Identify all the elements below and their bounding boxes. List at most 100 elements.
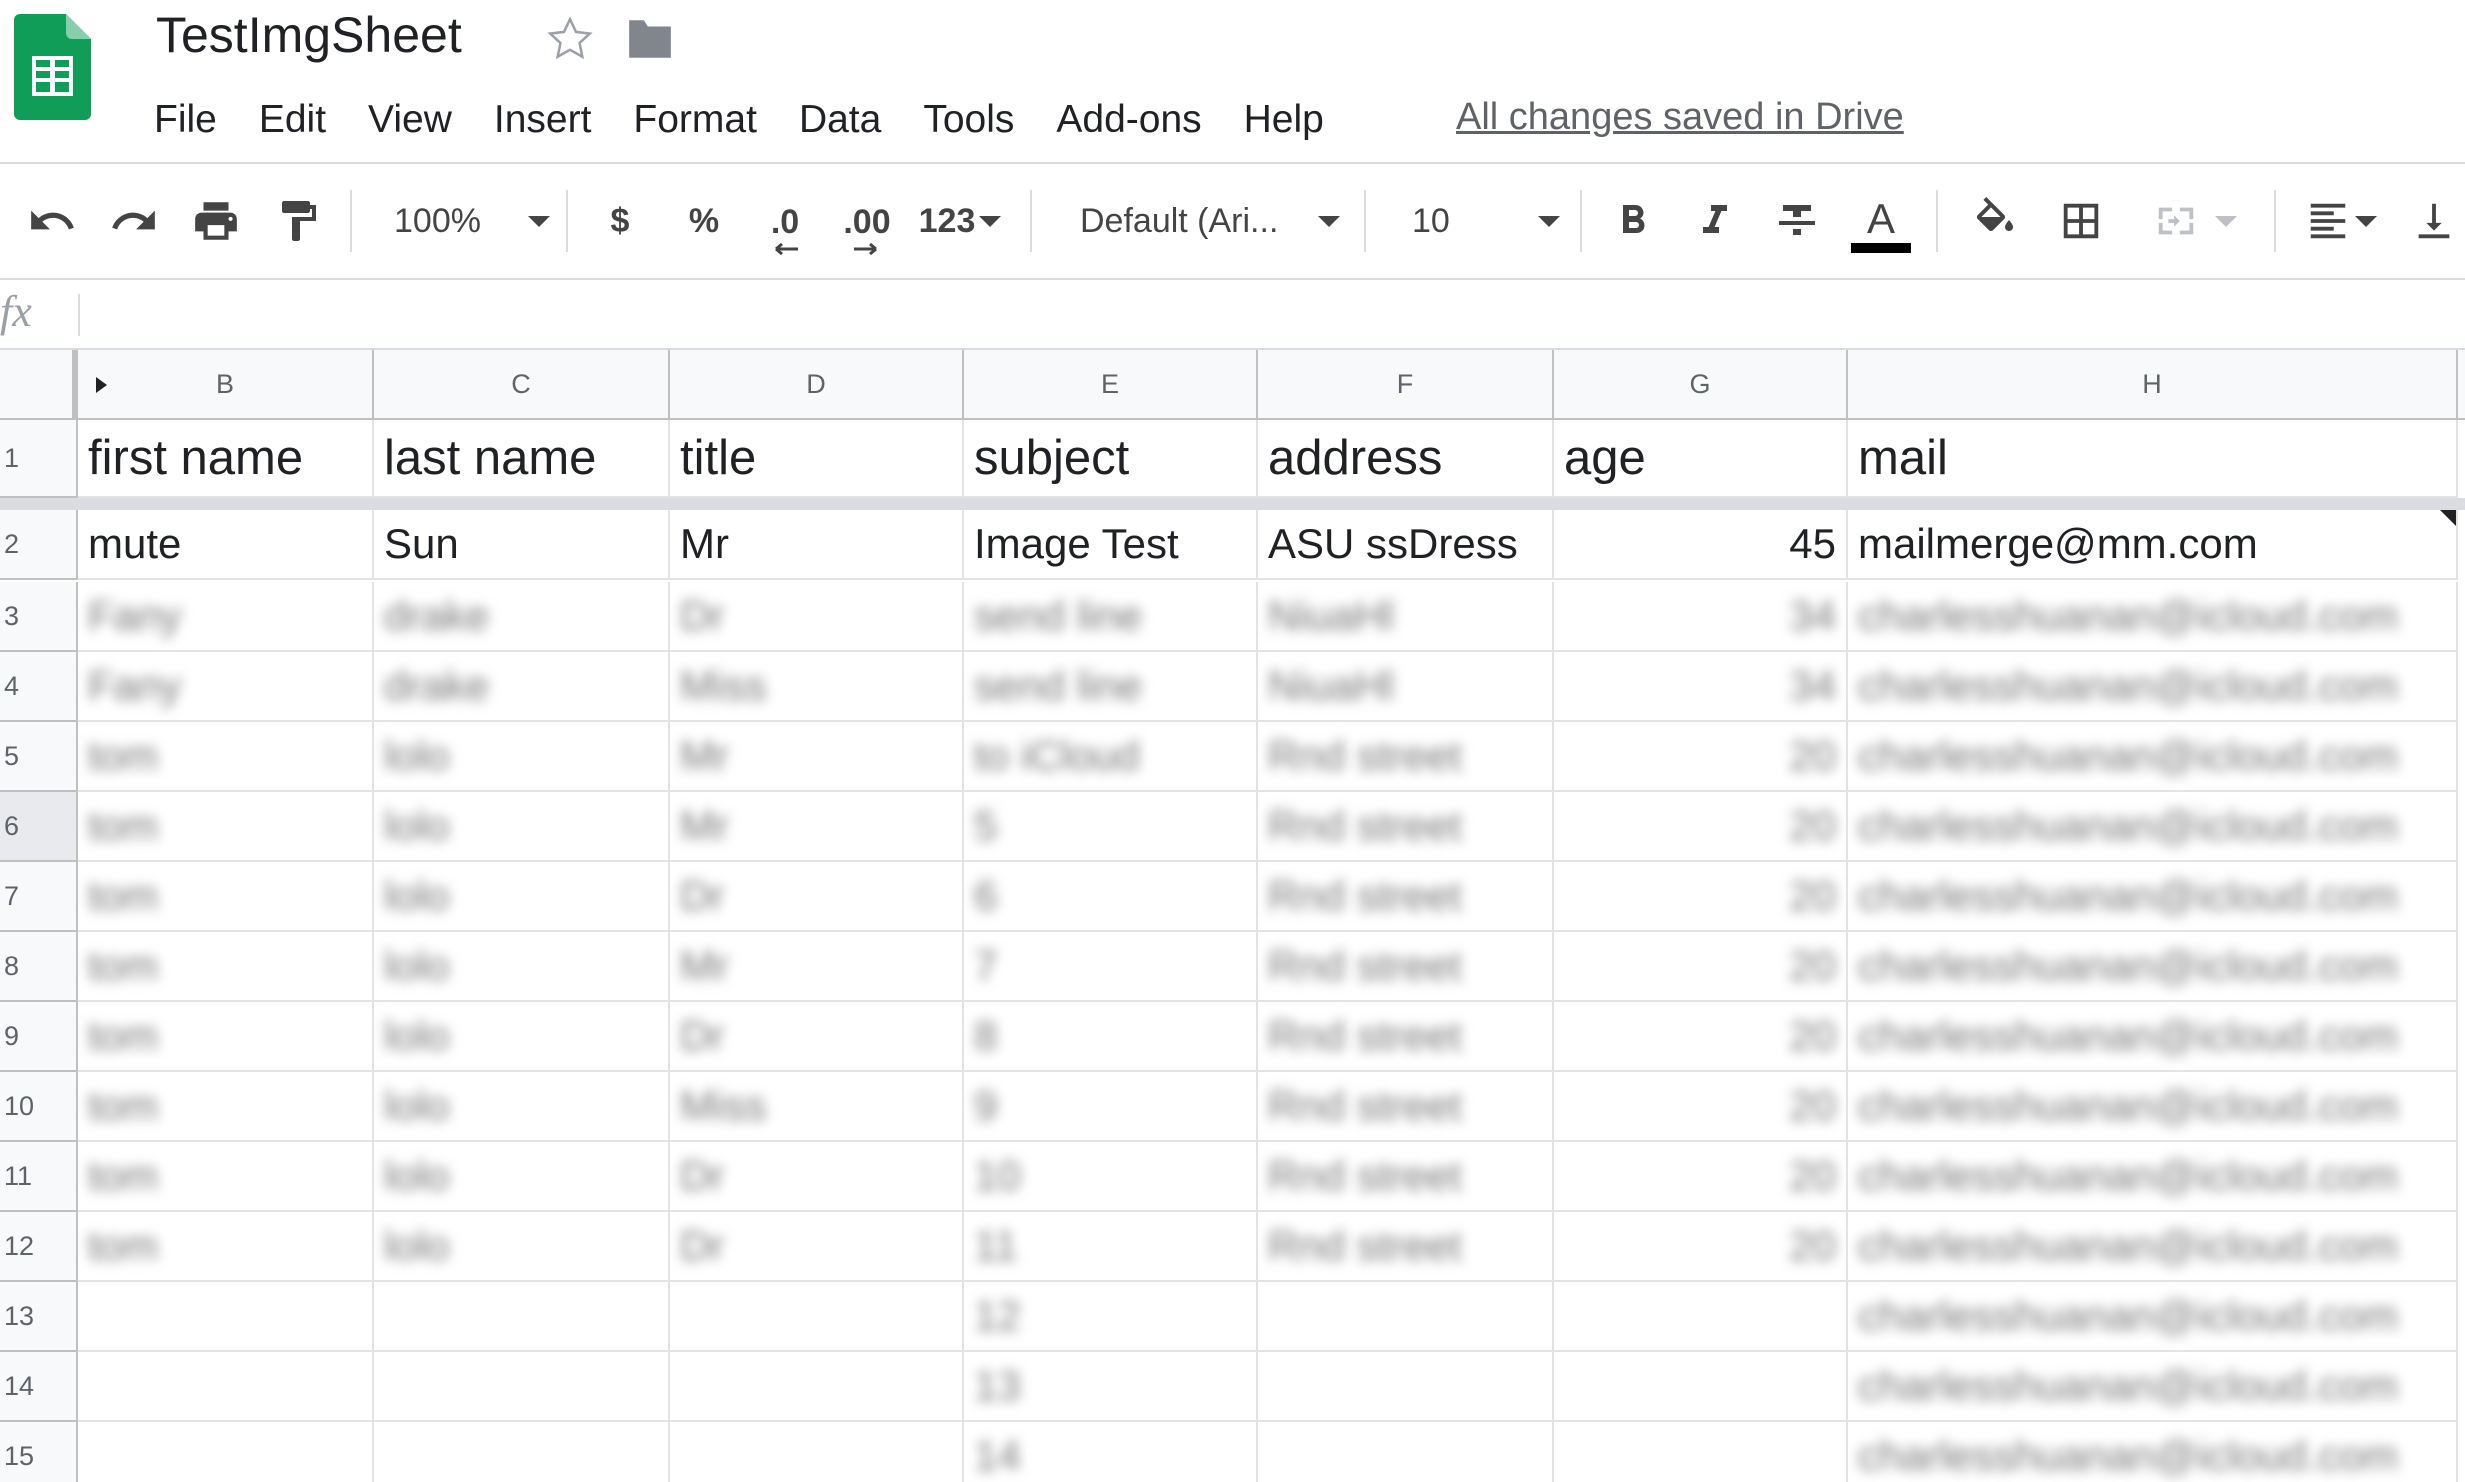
row-header-1[interactable]: 1 [0, 420, 78, 498]
cell-d7[interactable]: Dr [670, 862, 964, 932]
font-family-select[interactable]: Default (Ari... [1066, 164, 1340, 278]
paint-format-button[interactable] [264, 164, 332, 278]
row-header-14[interactable]: 14 [0, 1352, 78, 1422]
text-color-button[interactable]: A [1846, 164, 1916, 278]
menu-insert[interactable]: Insert [473, 98, 613, 142]
cell-e2[interactable]: Image Test [964, 510, 1258, 580]
cell-c2[interactable]: Sun [374, 510, 670, 580]
cell-c4[interactable]: drake [374, 652, 670, 722]
italic-button[interactable] [1682, 164, 1748, 278]
cell-c1[interactable]: last name [374, 420, 670, 498]
row-header-10[interactable]: 10 [0, 1072, 78, 1142]
cell-g11[interactable]: 20 [1554, 1142, 1848, 1212]
folder-icon[interactable] [625, 18, 675, 60]
cell-e1[interactable]: subject [964, 420, 1258, 498]
menu-data[interactable]: Data [778, 98, 902, 142]
fill-color-button[interactable] [1962, 164, 2028, 278]
cell-h7[interactable]: charlesshuanan@icloud.com [1848, 862, 2458, 932]
cell-b7[interactable]: tom [78, 862, 374, 932]
cell-h12[interactable]: charlesshuanan@icloud.com [1848, 1212, 2458, 1282]
cell-f1[interactable]: address [1258, 420, 1554, 498]
cell-f4[interactable]: NiuaHl [1258, 652, 1554, 722]
cell-e13[interactable]: 12 [964, 1282, 1258, 1352]
row-header-13[interactable]: 13 [0, 1282, 78, 1352]
row-header-4[interactable]: 4 [0, 652, 78, 722]
cell-h3[interactable]: charlesshuanan@icloud.com [1848, 582, 2458, 652]
cell-b1[interactable]: first name [78, 420, 374, 498]
cell-e14[interactable]: 13 [964, 1352, 1258, 1422]
cell-d8[interactable]: Mr [670, 932, 964, 1002]
cell-c5[interactable]: lolo [374, 722, 670, 792]
cell-h13[interactable]: charlesshuanan@icloud.com [1848, 1282, 2458, 1352]
font-size-select[interactable]: 10 [1392, 164, 1560, 278]
cell-b13[interactable] [78, 1282, 374, 1352]
cell-c14[interactable] [374, 1352, 670, 1422]
cell-b3[interactable]: Fany [78, 582, 374, 652]
star-icon[interactable] [545, 14, 595, 64]
row-header-8[interactable]: 8 [0, 932, 78, 1002]
cell-c11[interactable]: lolo [374, 1142, 670, 1212]
cell-d5[interactable]: Mr [670, 722, 964, 792]
frozen-row-divider[interactable] [0, 498, 2465, 510]
cell-b4[interactable]: Fany [78, 652, 374, 722]
cell-f2[interactable]: ASU ssDress [1258, 510, 1554, 580]
cell-h14[interactable]: charlesshuanan@icloud.com [1848, 1352, 2458, 1422]
cell-e3[interactable]: send line [964, 582, 1258, 652]
cell-f11[interactable]: Rnd street [1258, 1142, 1554, 1212]
cell-b9[interactable]: tom [78, 1002, 374, 1072]
row-header-12[interactable]: 12 [0, 1212, 78, 1282]
row-header-15[interactable]: 15 [0, 1422, 78, 1482]
cell-d13[interactable] [670, 1282, 964, 1352]
undo-button[interactable] [18, 164, 86, 278]
cell-g12[interactable]: 20 [1554, 1212, 1848, 1282]
format-percent-button[interactable]: % [674, 164, 734, 278]
cell-c10[interactable]: lolo [374, 1072, 670, 1142]
print-button[interactable] [182, 164, 250, 278]
cell-c13[interactable] [374, 1282, 670, 1352]
cell-d14[interactable] [670, 1352, 964, 1422]
cell-e5[interactable]: to iCloud [964, 722, 1258, 792]
increase-decimal-button[interactable]: .00 [832, 164, 902, 278]
cell-f15[interactable] [1258, 1422, 1554, 1482]
cell-f7[interactable]: Rnd street [1258, 862, 1554, 932]
menu-edit[interactable]: Edit [238, 98, 347, 142]
cell-h6[interactable]: charlesshuanan@icloud.com [1848, 792, 2458, 862]
cell-f9[interactable]: Rnd street [1258, 1002, 1554, 1072]
google-sheets-logo-icon[interactable] [14, 14, 91, 120]
more-formats-button[interactable]: 123 [912, 164, 1008, 278]
cell-g3[interactable]: 34 [1554, 582, 1848, 652]
cell-g13[interactable] [1554, 1282, 1848, 1352]
cell-b15[interactable] [78, 1422, 374, 1482]
cell-d4[interactable]: Miss [670, 652, 964, 722]
cell-f12[interactable]: Rnd street [1258, 1212, 1554, 1282]
cell-b8[interactable]: tom [78, 932, 374, 1002]
cell-g9[interactable]: 20 [1554, 1002, 1848, 1072]
cell-g6[interactable]: 20 [1554, 792, 1848, 862]
menu-format[interactable]: Format [612, 98, 778, 142]
vertical-align-button[interactable] [2404, 164, 2464, 278]
cell-g15[interactable] [1554, 1422, 1848, 1482]
row-header-11[interactable]: 11 [0, 1142, 78, 1212]
cell-d11[interactable]: Dr [670, 1142, 964, 1212]
redo-button[interactable] [100, 164, 168, 278]
cell-h5[interactable]: charlesshuanan@icloud.com [1848, 722, 2458, 792]
cell-b5[interactable]: tom [78, 722, 374, 792]
column-header-e[interactable]: E [964, 350, 1258, 418]
cell-d12[interactable]: Dr [670, 1212, 964, 1282]
cell-e12[interactable]: 11 [964, 1212, 1258, 1282]
cell-e8[interactable]: 7 [964, 932, 1258, 1002]
cell-f3[interactable]: NiuaHl [1258, 582, 1554, 652]
cell-b10[interactable]: tom [78, 1072, 374, 1142]
select-all-corner[interactable] [0, 350, 78, 418]
cell-g5[interactable]: 20 [1554, 722, 1848, 792]
cell-d1[interactable]: title [670, 420, 964, 498]
cell-e4[interactable]: send line [964, 652, 1258, 722]
column-header-h[interactable]: H [1848, 350, 2458, 418]
cell-e9[interactable]: 8 [964, 1002, 1258, 1072]
cell-e15[interactable]: 14 [964, 1422, 1258, 1482]
column-header-c[interactable]: C [374, 350, 670, 418]
menu-help[interactable]: Help [1223, 98, 1345, 142]
cell-d6[interactable]: Mr [670, 792, 964, 862]
column-header-f[interactable]: F [1258, 350, 1554, 418]
column-header-g[interactable]: G [1554, 350, 1848, 418]
